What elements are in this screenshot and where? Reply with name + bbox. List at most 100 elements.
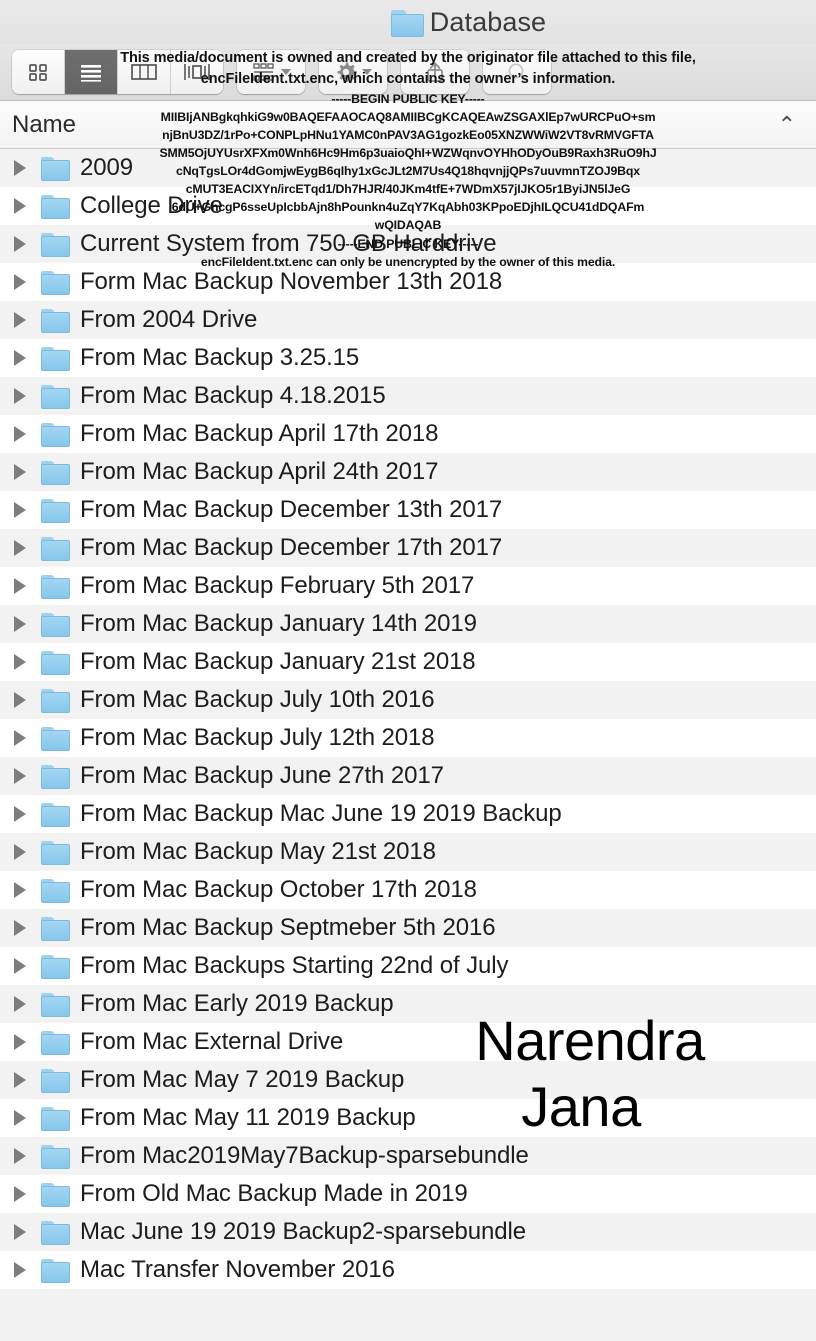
column-view-button[interactable] — [118, 50, 171, 94]
file-name-label[interactable]: 2009 — [80, 154, 133, 182]
file-name-label[interactable]: From Mac Backup Mac June 19 2019 Backup — [80, 800, 562, 828]
file-name-label[interactable]: From Mac Backup October 17th 2018 — [80, 876, 477, 904]
file-name-label[interactable]: From Mac Backup December 17th 2017 — [80, 534, 502, 562]
table-row[interactable]: From Mac Backup July 10th 2016 — [0, 681, 816, 719]
column-header-name[interactable]: Name — [12, 111, 76, 139]
table-row[interactable]: Form Mac Backup November 13th 2018 — [0, 263, 816, 301]
file-name-label[interactable]: From Mac2019May7Backup-sparsebundle — [80, 1142, 529, 1170]
table-row[interactable]: Current System from 750 GB Harddrive — [0, 225, 816, 263]
table-row[interactable]: From Mac Backup July 12th 2018 — [0, 719, 816, 757]
table-row[interactable]: From Mac Backup December 13th 2017 — [0, 491, 816, 529]
disclosure-triangle-icon[interactable] — [14, 1262, 40, 1278]
table-row[interactable]: College Drive — [0, 187, 816, 225]
disclosure-triangle-icon[interactable] — [14, 350, 40, 366]
disclosure-triangle-icon[interactable] — [14, 692, 40, 708]
share-button[interactable] — [401, 50, 469, 94]
disclosure-triangle-icon[interactable] — [14, 236, 40, 252]
file-name-label[interactable]: From Mac External Drive — [80, 1028, 343, 1056]
disclosure-triangle-icon[interactable] — [14, 312, 40, 328]
file-name-label[interactable]: Mac Transfer November 2016 — [80, 1256, 395, 1284]
sort-ascending-icon[interactable]: ⌃ — [778, 113, 796, 136]
disclosure-triangle-icon[interactable] — [14, 920, 40, 936]
table-row[interactable]: From Mac Backup April 17th 2018 — [0, 415, 816, 453]
file-name-label[interactable]: Mac June 19 2019 Backup2-sparsebundle — [80, 1218, 526, 1246]
disclosure-triangle-icon[interactable] — [14, 540, 40, 556]
tag-button[interactable] — [483, 50, 551, 94]
table-row[interactable]: From Mac May 7 2019 Backup — [0, 1061, 816, 1099]
table-row[interactable]: From Mac Backup January 14th 2019 — [0, 605, 816, 643]
list-view-button[interactable] — [65, 50, 118, 94]
group-by-button[interactable] — [237, 50, 305, 94]
disclosure-triangle-icon[interactable] — [14, 198, 40, 214]
view-mode-switcher[interactable] — [12, 50, 223, 94]
disclosure-triangle-icon[interactable] — [14, 1224, 40, 1240]
table-row[interactable]: Mac Transfer November 2016 — [0, 1251, 816, 1289]
file-list[interactable]: 2009 College Drive Current System from 750… — [0, 149, 816, 1341]
table-row[interactable]: From Mac May 11 2019 Backup — [0, 1099, 816, 1137]
table-row[interactable]: From Mac Backup 3.25.15 — [0, 339, 816, 377]
disclosure-triangle-icon[interactable] — [14, 578, 40, 594]
file-name-label[interactable]: From Mac Backup April 17th 2018 — [80, 420, 439, 448]
disclosure-triangle-icon[interactable] — [14, 1186, 40, 1202]
disclosure-triangle-icon[interactable] — [14, 768, 40, 784]
disclosure-triangle-icon[interactable] — [14, 1072, 40, 1088]
table-row[interactable]: From Mac Backup February 5th 2017 — [0, 567, 816, 605]
table-row[interactable]: From 2004 Drive — [0, 301, 816, 339]
icon-view-button[interactable] — [12, 50, 65, 94]
file-name-label[interactable]: From Mac Backups Starting 22nd of July — [80, 952, 508, 980]
disclosure-triangle-icon[interactable] — [14, 730, 40, 746]
disclosure-triangle-icon[interactable] — [14, 654, 40, 670]
file-name-label[interactable]: From Mac Backup April 24th 2017 — [80, 458, 439, 486]
disclosure-triangle-icon[interactable] — [14, 616, 40, 632]
file-name-label[interactable]: From Mac Backup May 21st 2018 — [80, 838, 436, 866]
file-name-label[interactable]: From Mac May 11 2019 Backup — [80, 1104, 416, 1132]
disclosure-triangle-icon[interactable] — [14, 388, 40, 404]
file-name-label[interactable]: From Mac Backup Septmeber 5th 2016 — [80, 914, 496, 942]
table-row[interactable]: From Mac Backup June 27th 2017 — [0, 757, 816, 795]
file-name-label[interactable]: Form Mac Backup November 13th 2018 — [80, 268, 502, 296]
file-name-label[interactable]: From Mac Backup January 14th 2019 — [80, 610, 477, 638]
disclosure-triangle-icon[interactable] — [14, 464, 40, 480]
disclosure-triangle-icon[interactable] — [14, 1110, 40, 1126]
disclosure-triangle-icon[interactable] — [14, 882, 40, 898]
table-row[interactable]: From Mac Backup 4.18.2015 — [0, 377, 816, 415]
file-name-label[interactable]: From Mac Early 2019 Backup — [80, 990, 394, 1018]
file-name-label[interactable]: From Mac Backup 4.18.2015 — [80, 382, 386, 410]
file-name-label[interactable]: From Mac Backup February 5th 2017 — [80, 572, 474, 600]
disclosure-triangle-icon[interactable] — [14, 958, 40, 974]
file-name-label[interactable]: From Mac Backup July 10th 2016 — [80, 686, 435, 714]
file-name-label[interactable]: From Old Mac Backup Made in 2019 — [80, 1180, 468, 1208]
table-row[interactable]: Mac June 19 2019 Backup2-sparsebundle — [0, 1213, 816, 1251]
disclosure-triangle-icon[interactable] — [14, 1148, 40, 1164]
table-row[interactable]: From Old Mac Backup Made in 2019 — [0, 1175, 816, 1213]
table-row[interactable]: From Mac External Drive — [0, 1023, 816, 1061]
table-row[interactable]: 2009 — [0, 149, 816, 187]
file-name-label[interactable]: From Mac Backup January 21st 2018 — [80, 648, 476, 676]
table-row[interactable]: From Mac Backups Starting 22nd of July — [0, 947, 816, 985]
table-row[interactable]: From Mac Backup May 21st 2018 — [0, 833, 816, 871]
table-row[interactable]: From Mac2019May7Backup-sparsebundle — [0, 1137, 816, 1175]
disclosure-triangle-icon[interactable] — [14, 996, 40, 1012]
file-name-label[interactable]: From Mac Backup December 13th 2017 — [80, 496, 502, 524]
disclosure-triangle-icon[interactable] — [14, 806, 40, 822]
disclosure-triangle-icon[interactable] — [14, 844, 40, 860]
action-button[interactable] — [319, 50, 387, 94]
table-row[interactable]: From Mac Early 2019 Backup — [0, 985, 816, 1023]
table-row[interactable]: From Mac Backup December 17th 2017 — [0, 529, 816, 567]
disclosure-triangle-icon[interactable] — [14, 274, 40, 290]
disclosure-triangle-icon[interactable] — [14, 502, 40, 518]
table-row[interactable]: From Mac Backup April 24th 2017 — [0, 453, 816, 491]
gallery-view-button[interactable] — [171, 50, 223, 94]
file-name-label[interactable]: From Mac Backup 3.25.15 — [80, 344, 359, 372]
disclosure-triangle-icon[interactable] — [14, 160, 40, 176]
file-name-label[interactable]: From Mac Backup July 12th 2018 — [80, 724, 435, 752]
disclosure-triangle-icon[interactable] — [14, 426, 40, 442]
file-name-label[interactable]: From 2004 Drive — [80, 306, 257, 334]
file-name-label[interactable]: From Mac May 7 2019 Backup — [80, 1066, 404, 1094]
column-header[interactable]: Name ⌃ — [0, 101, 816, 149]
table-row[interactable]: From Mac Backup October 17th 2018 — [0, 871, 816, 909]
disclosure-triangle-icon[interactable] — [14, 1034, 40, 1050]
table-row[interactable]: From Mac Backup Mac June 19 2019 Backup — [0, 795, 816, 833]
table-row[interactable]: From Mac Backup Septmeber 5th 2016 — [0, 909, 816, 947]
file-name-label[interactable]: College Drive — [80, 192, 223, 220]
